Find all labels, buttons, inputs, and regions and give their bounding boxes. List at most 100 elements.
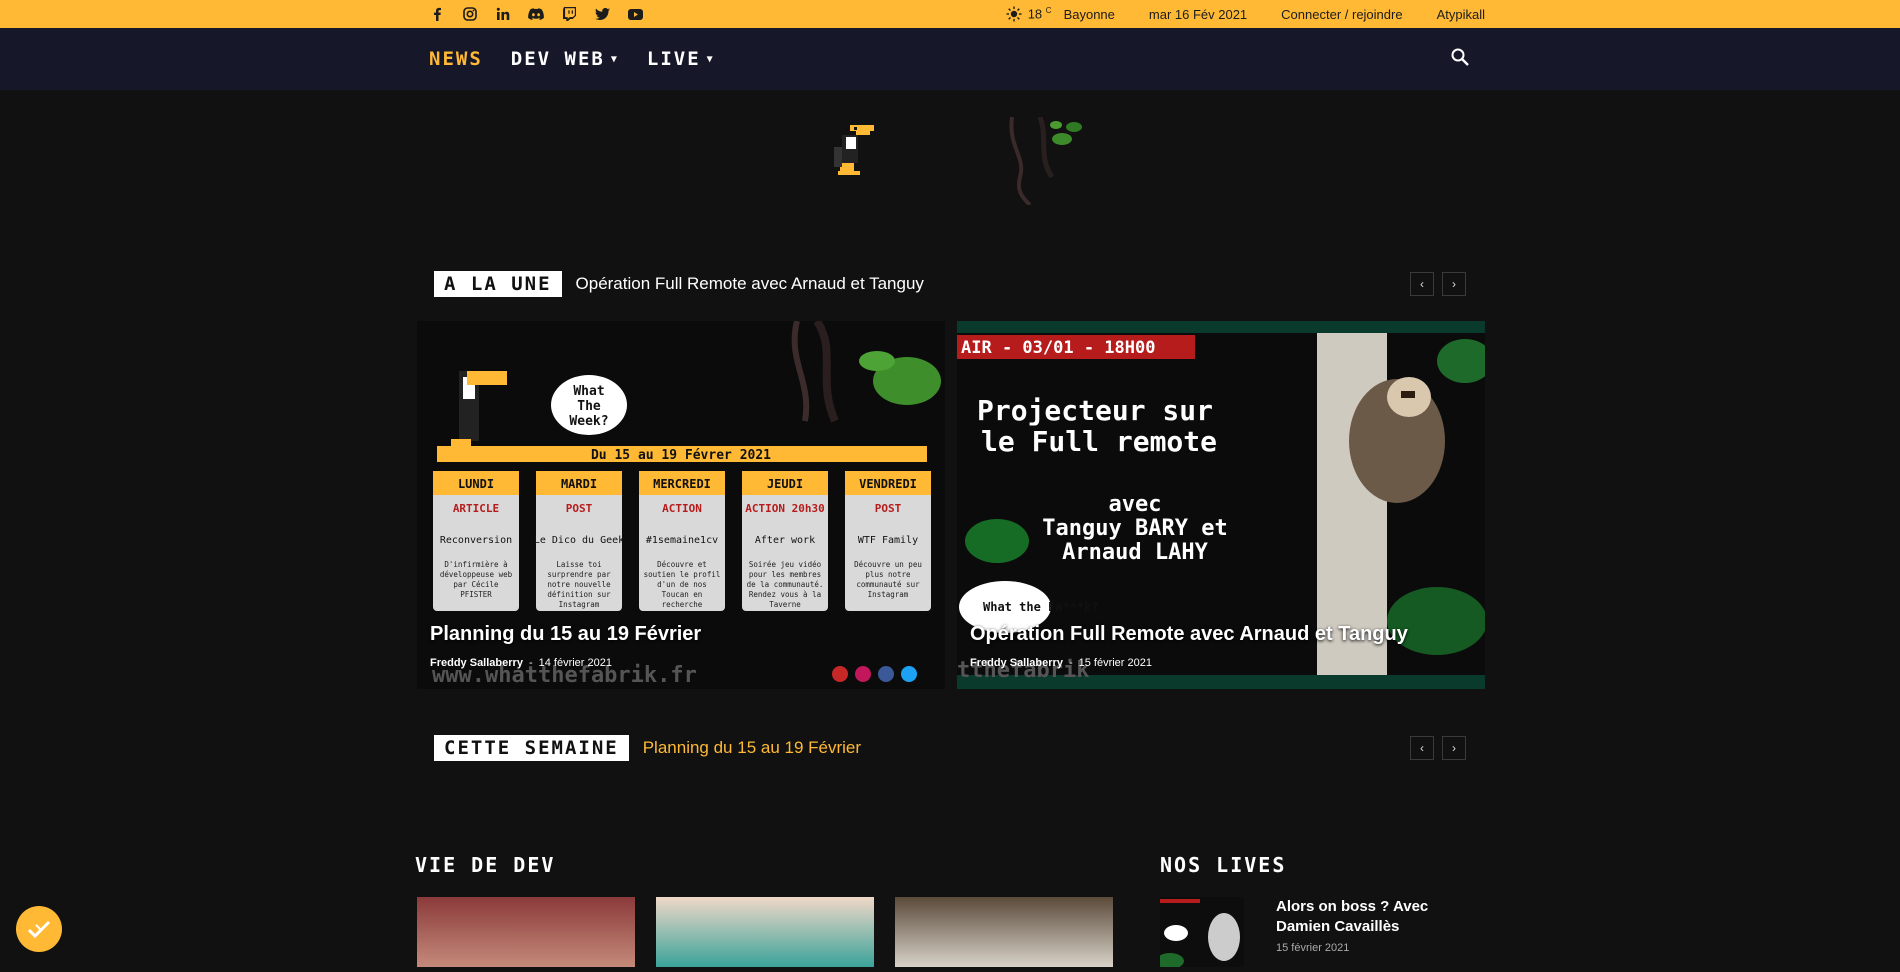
bubble-line: The [577, 399, 601, 414]
featured-arrows: ‹ › [1410, 272, 1466, 296]
sun-icon [1006, 6, 1022, 22]
planning-day-desc: pour les membres [749, 570, 821, 579]
planning-day-column: MERCREDI ACTION #1semaine1cv Découvre etsou… [639, 471, 725, 611]
week-header: CETTE SEMAINE Planning du 15 au 19 Févri… [434, 735, 861, 761]
planning-day-desc: Taverne [769, 600, 801, 609]
top-bar: 18 C Bayonne mar 16 Fév 2021 Connecter /… [0, 0, 1900, 28]
planning-day-desc: Découvre un peu [854, 560, 922, 569]
planning-day-title: After work [755, 535, 815, 546]
post-thumbnail[interactable] [895, 897, 1113, 967]
planning-day-desc: d'un de nos [657, 580, 707, 589]
card-title[interactable]: Opération Full Remote avec Arnaud et Tan… [970, 623, 1408, 646]
planning-day-desc: Laisse toi [556, 560, 601, 569]
chevron-left-icon[interactable]: ‹ [1410, 272, 1434, 296]
facebook-icon[interactable] [427, 4, 447, 24]
section-title-vie-de-dev: VIE DE DEV [415, 853, 556, 877]
planning-day-desc: Soirée jeu vidéo [749, 560, 822, 569]
featured-ticker[interactable]: Opération Full Remote avec Arnaud et Tan… [576, 274, 924, 294]
post-thumbnail[interactable] [417, 897, 635, 967]
planning-day-column: JEUDI ACTION 20h30 After work Soirée jeu vi… [742, 471, 828, 611]
live-header-text: AIR - 03/01 - 18H00 [961, 338, 1155, 358]
meta-separator: - [528, 657, 533, 669]
planning-day-desc: Instagram [868, 590, 909, 599]
nav-item-live[interactable]: LIVE ▼ [647, 48, 715, 70]
toucan-logo-icon [834, 125, 874, 175]
planning-day-desc: recherche [662, 600, 703, 609]
planning-day-desc: communauté sur [856, 580, 920, 589]
planning-day-desc: de la communauté. [747, 580, 824, 589]
live-title[interactable]: Alors on boss ? Avec Damien Cavaillès [1276, 897, 1456, 937]
planning-day-desc: définition sur [547, 590, 611, 599]
nav-item-label: DEV WEB [510, 48, 605, 70]
twitch-icon[interactable] [559, 4, 579, 24]
planning-day-column: LUNDI ARTICLE Reconversion D'infirmière àdé… [433, 471, 519, 611]
promo-line: Projecteur sur [977, 394, 1213, 427]
card-meta: Freddy Sallaberry -14 février 2021 [430, 657, 612, 669]
planning-day-column: VENDREDI POST WTF Family Découvre un peuplu… [845, 471, 931, 611]
planning-day-desc: par Cécile [453, 580, 499, 589]
featured-card-full-remote[interactable]: AIR - 03/01 - 18H00 Projecteur sur le Fu… [957, 321, 1485, 689]
planning-day-title: Reconversion [440, 535, 512, 546]
planning-day-desc: PFISTER [460, 590, 492, 599]
chevron-left-icon[interactable]: ‹ [1410, 736, 1434, 760]
featured-card-planning[interactable]: What The Week? Du 15 au 19 Févrer 2021 L… [417, 321, 945, 689]
planning-day-desc: notre nouvelle [547, 580, 611, 589]
card-author[interactable]: Freddy Sallaberry [970, 657, 1063, 669]
promo-line: avec [1109, 492, 1162, 517]
week-ticker[interactable]: Planning du 15 au 19 Février [643, 738, 861, 758]
planning-day-title: WTF Family [858, 535, 918, 546]
post-thumbnail[interactable] [656, 897, 874, 967]
planning-day-title: #1semaine1cv [646, 535, 718, 546]
login-link[interactable]: Connecter / rejoindre [1281, 7, 1402, 22]
instagram-icon[interactable] [460, 4, 480, 24]
planning-day-desc: Toucan en [662, 590, 703, 599]
nav-item-news[interactable]: NEWS [429, 48, 483, 70]
youtube-icon[interactable] [625, 4, 645, 24]
brand-link[interactable]: Atypikall [1437, 7, 1485, 22]
planning-day-desc: D'infirmière à [444, 560, 507, 569]
site-logo[interactable] [812, 116, 1090, 207]
promo-bubble: What the Fa***k? [983, 600, 1099, 614]
bubble-line: Week? [569, 414, 608, 429]
search-icon[interactable] [1451, 48, 1469, 71]
card-date: 15 février 2021 [1078, 657, 1152, 669]
featured-tag: A LA UNE [434, 271, 562, 297]
planning-day-name: VENDREDI [859, 477, 917, 491]
planning-day-desc: développeuse web [440, 570, 513, 579]
planning-day-name: LUNDI [458, 477, 494, 491]
discord-icon[interactable] [526, 4, 546, 24]
chevron-right-icon[interactable]: › [1442, 736, 1466, 760]
main-nav: NEWS DEV WEB ▼ LIVE ▼ [0, 28, 1900, 90]
planning-day-desc: Rendez vous à la [749, 590, 821, 599]
promo-line: Tanguy BARY et [1042, 516, 1227, 541]
planning-day-desc: Découvre et [657, 560, 707, 569]
card-title[interactable]: Planning du 15 au 19 Février [430, 623, 701, 646]
card-author[interactable]: Freddy Sallaberry [430, 657, 523, 669]
linkedin-icon[interactable] [493, 4, 513, 24]
planning-day-type: ACTION 20h30 [745, 502, 824, 515]
chevron-right-icon[interactable]: › [1442, 272, 1466, 296]
planning-day-name: MARDI [561, 477, 597, 491]
planning-day-column: MARDI POST Le Dico du Geek Laisse toisurpre… [534, 471, 624, 611]
cookie-consent-button[interactable] [16, 906, 62, 952]
planning-day-desc: plus notre [865, 570, 911, 579]
weather-widget: 18 C Bayonne [1006, 6, 1115, 22]
chevron-down-icon: ▼ [610, 53, 619, 65]
live-thumbnail[interactable] [1156, 897, 1244, 969]
planning-day-title: Le Dico du Geek [534, 535, 624, 546]
promo-line: le Full remote [981, 425, 1217, 458]
planning-day-desc: surprendre par [547, 570, 611, 579]
planning-day-type: POST [875, 502, 902, 515]
weather-city: Bayonne [1063, 6, 1115, 22]
live-date: 15 février 2021 [1276, 942, 1350, 954]
checkmark-icon [27, 920, 51, 939]
nav-item-dev-web[interactable]: DEV WEB ▼ [511, 48, 619, 70]
temperature-unit: C [1045, 6, 1052, 16]
promo-line: Arnaud LAHY [1062, 540, 1208, 565]
bubble-line: What [573, 384, 604, 399]
planning-banner: Du 15 au 19 Févrer 2021 [591, 448, 771, 463]
planning-day-type: ACTION [662, 502, 702, 515]
twitter-icon[interactable] [592, 4, 612, 24]
planning-day-desc: soutien le profil [644, 570, 721, 579]
current-date: mar 16 Fév 2021 [1148, 6, 1248, 22]
